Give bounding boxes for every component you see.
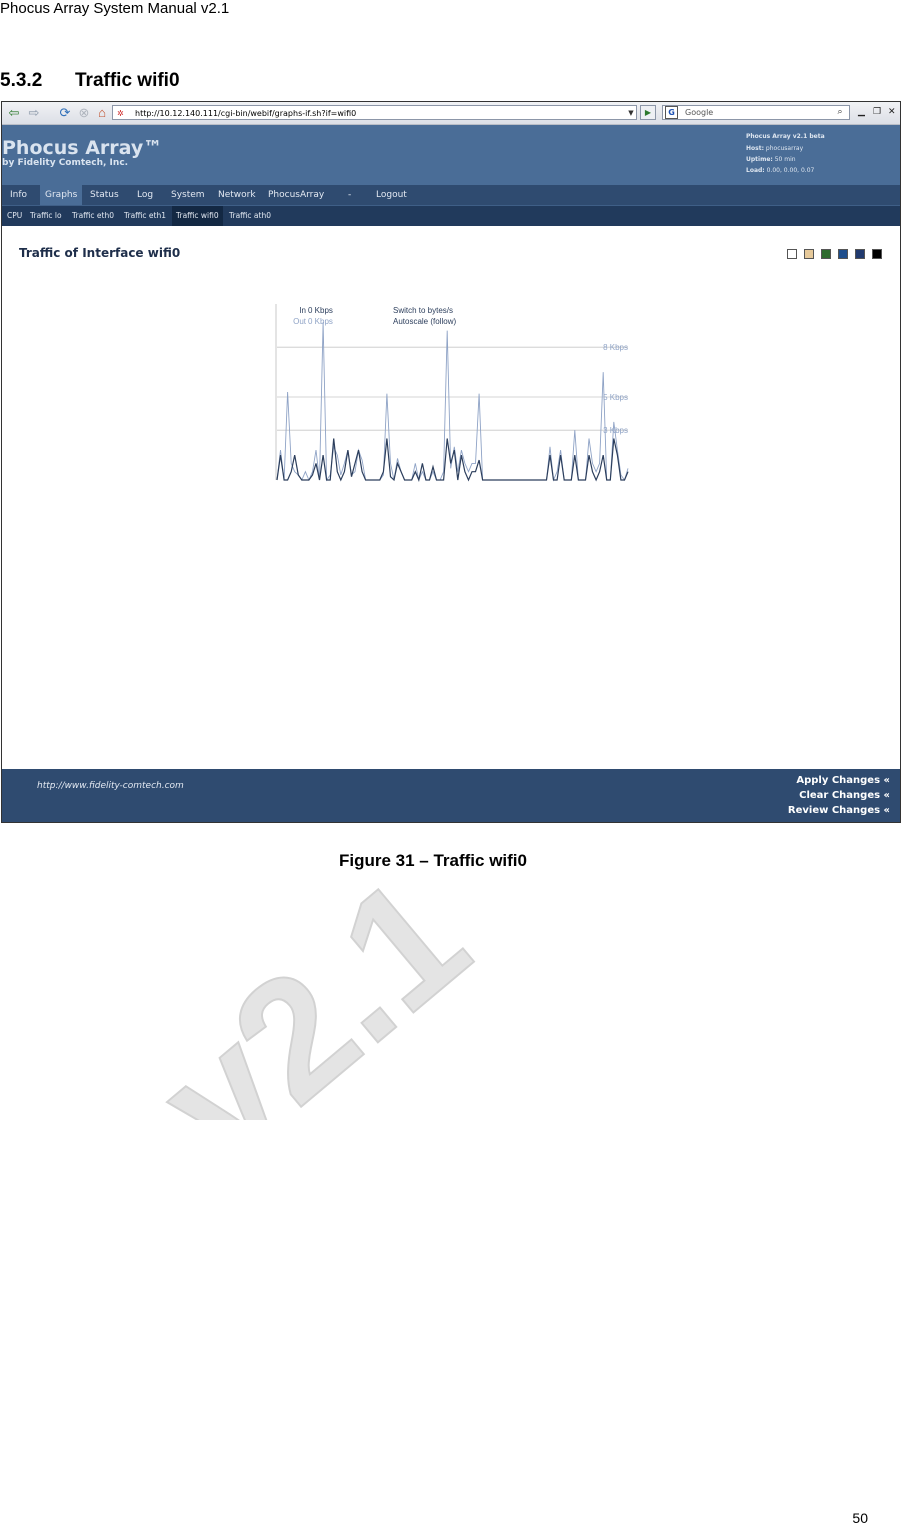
footer-url-link[interactable]: http://www.fidelity-comtech.com	[37, 781, 184, 791]
load-info: Load: 0.00, 0.00, 0.07	[746, 167, 814, 174]
minimize-icon[interactable]: ▁	[858, 106, 865, 117]
color-swatch-5[interactable]	[855, 249, 865, 259]
host-value: phocusarray	[765, 145, 804, 152]
nav-item-graphs[interactable]: Graphs	[40, 185, 83, 205]
document-header: Phocus Array System Manual v2.1	[0, 0, 230, 17]
subnav-item-cpu[interactable]: CPU	[3, 206, 26, 226]
load-value: 0.00, 0.00, 0.07	[766, 167, 815, 174]
traffic-graph: In 0 Kbps Out 0 Kbps Switch to bytes/s A…	[275, 304, 629, 482]
color-swatch-4[interactable]	[838, 249, 848, 259]
uptime-info: Uptime: 50 min	[746, 156, 796, 163]
screenshot-frame: ⇦ ⇨ ⟳ ⊗ ⌂ ✲ http://10.12.140.111/cgi-bin…	[1, 101, 901, 823]
host-label: Host:	[746, 145, 764, 152]
sub-nav: CPU Traffic lo Traffic eth0 Traffic eth1…	[2, 205, 900, 226]
subnav-item-traffic-eth1[interactable]: Traffic eth1	[120, 206, 170, 226]
figure-caption: Figure 31 – Traffic wifi0	[338, 851, 527, 870]
graph-series	[276, 322, 629, 482]
graph-in-label: In	[299, 306, 306, 315]
google-icon: G	[665, 106, 678, 119]
app-footer: http://www.fidelity-comtech.com Apply Ch…	[2, 769, 900, 822]
review-changes-link[interactable]: Review Changes «	[788, 805, 890, 816]
page-icon: ✲	[117, 109, 124, 118]
nav-item-status[interactable]: Status	[85, 185, 124, 205]
nav-item-network[interactable]: Network	[213, 185, 261, 205]
nav-item-logout[interactable]: Logout	[371, 185, 412, 205]
watermark-text: v2.1	[126, 841, 500, 1120]
search-icon[interactable]: ⌕	[832, 106, 848, 119]
host-info: Host: phocusarray	[746, 145, 803, 152]
subnav-item-traffic-ath0[interactable]: Traffic ath0	[225, 206, 275, 226]
nav-separator: -	[348, 190, 352, 200]
content-title: Traffic of Interface wifi0	[19, 246, 181, 260]
refresh-icon[interactable]: ⟳	[57, 105, 73, 121]
color-swatch-1[interactable]	[787, 249, 797, 259]
clear-changes-link[interactable]: Clear Changes «	[799, 790, 890, 801]
forward-icon[interactable]: ⇨	[26, 105, 42, 121]
switch-units-link[interactable]: Switch to bytes/s	[393, 306, 453, 315]
section-title: Traffic wifi0	[75, 70, 180, 91]
graph-in-value: 0 Kbps	[308, 306, 333, 315]
uptime-value: 50 min	[774, 156, 796, 163]
color-swatch-2[interactable]	[804, 249, 814, 259]
app-banner: Phocus Array™ by Fidelity Comtech, Inc. …	[2, 125, 900, 185]
close-icon[interactable]: ✕	[888, 106, 896, 117]
autoscale-link[interactable]: Autoscale (follow)	[393, 317, 456, 326]
search-box[interactable]: G Google ⌕	[662, 105, 850, 120]
gridline-label-2: 5 Kbps	[603, 393, 628, 402]
gridline-label-1: 8 Kbps	[603, 343, 628, 352]
restore-icon[interactable]: ❐	[873, 106, 881, 117]
firmware-version: Phocus Array v2.1 beta	[746, 133, 825, 140]
nav-item-info[interactable]: Info	[5, 185, 32, 205]
color-swatch-6[interactable]	[872, 249, 882, 259]
browser-toolbar: ⇦ ⇨ ⟳ ⊗ ⌂ ✲ http://10.12.140.111/cgi-bin…	[2, 102, 900, 125]
back-icon[interactable]: ⇦	[6, 105, 22, 121]
home-icon[interactable]: ⌂	[94, 105, 110, 121]
subnav-item-traffic-lo[interactable]: Traffic lo	[26, 206, 66, 226]
nav-item-phocusarray[interactable]: PhocusArray	[263, 185, 329, 205]
graph-out-label: Out	[293, 317, 307, 326]
graph-out-value: 0 Kbps	[308, 317, 333, 326]
main-nav: Info Graphs Status Log System Network Ph…	[2, 185, 900, 205]
load-label: Load:	[746, 167, 765, 174]
apply-changes-link[interactable]: Apply Changes «	[796, 775, 890, 786]
section-number: 5.3.2	[0, 70, 43, 91]
nav-item-log[interactable]: Log	[132, 185, 158, 205]
address-bar[interactable]: ✲ http://10.12.140.111/cgi-bin/webif/gra…	[112, 105, 637, 120]
chevron-down-icon[interactable]: ▼	[626, 106, 636, 119]
logo-subtitle: by Fidelity Comtech, Inc.	[2, 158, 129, 168]
logo-title: Phocus Array™	[2, 137, 163, 159]
nav-item-system[interactable]: System	[166, 185, 210, 205]
stop-icon[interactable]: ⊗	[76, 105, 92, 121]
color-swatch-3[interactable]	[821, 249, 831, 259]
address-url: http://10.12.140.111/cgi-bin/webif/graph…	[135, 109, 357, 118]
uptime-label: Uptime:	[746, 156, 773, 163]
subnav-item-traffic-eth0[interactable]: Traffic eth0	[68, 206, 118, 226]
subnav-item-traffic-wifi0[interactable]: Traffic wifi0	[172, 206, 223, 226]
go-button[interactable]: ▶	[640, 105, 656, 120]
graph-grid: 8 Kbps5 Kbps3 Kbps	[277, 343, 628, 435]
search-placeholder: Google	[685, 108, 714, 117]
